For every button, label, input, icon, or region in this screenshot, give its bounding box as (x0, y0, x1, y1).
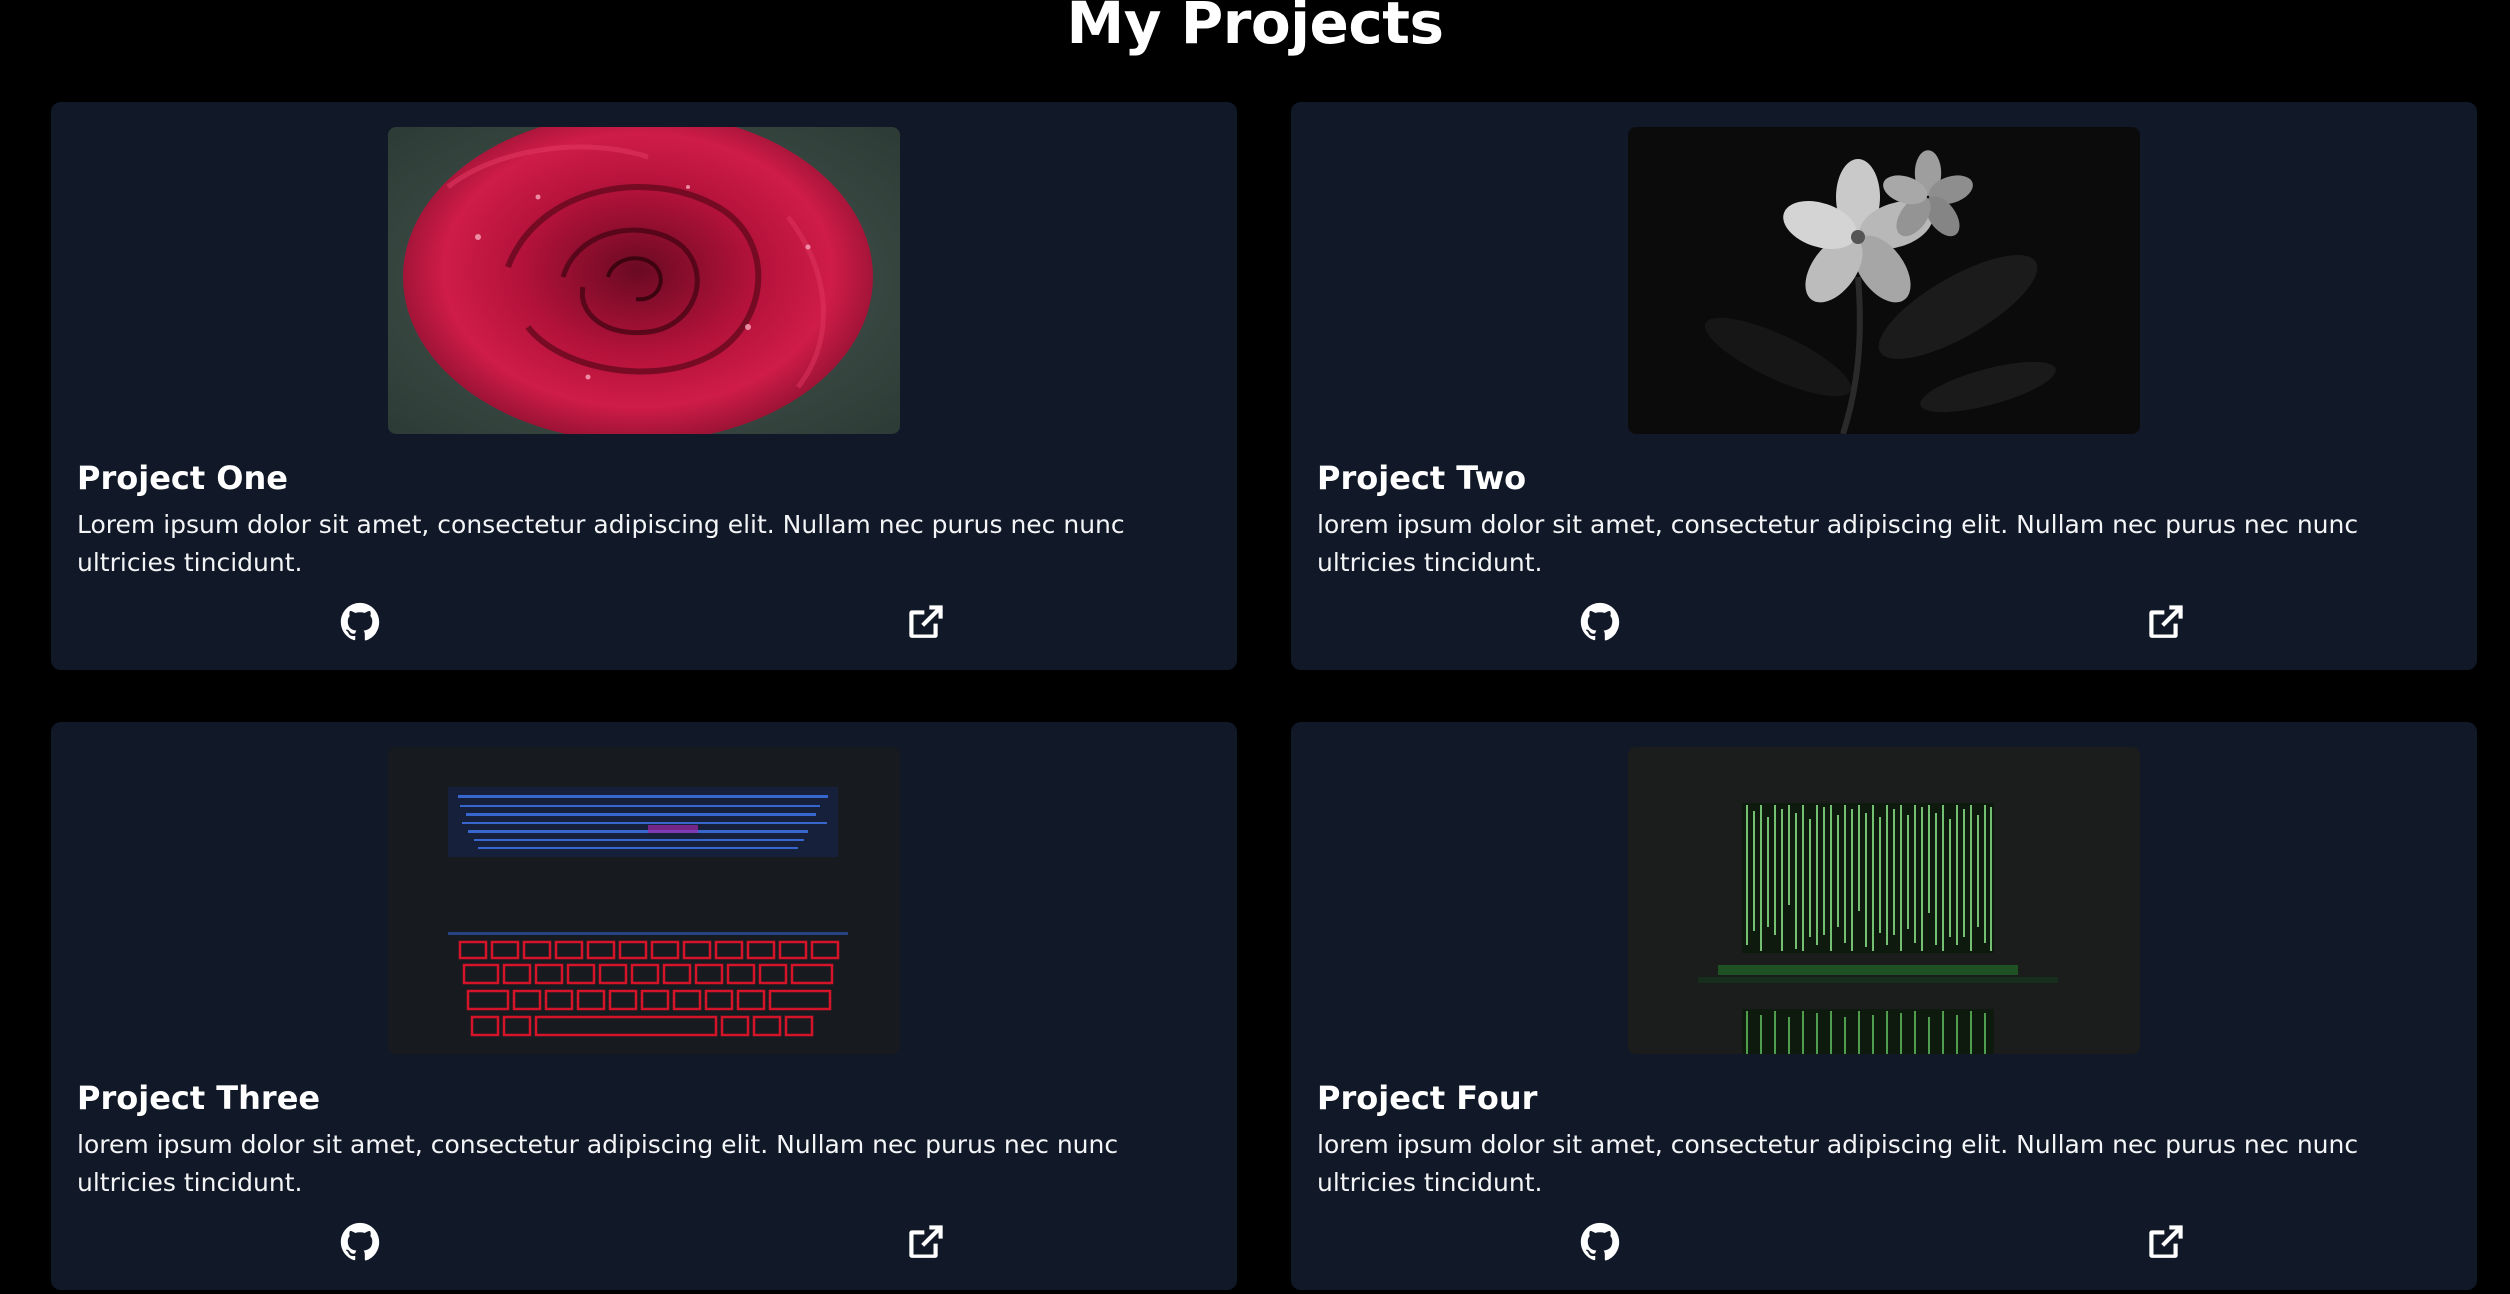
external-link-icon (2149, 605, 2183, 638)
external-link[interactable] (2144, 600, 2188, 644)
project-description: Lorem ipsum dolor sit amet, consectetur … (77, 510, 1125, 577)
external-link[interactable] (2144, 1220, 2188, 1264)
project-image (388, 747, 900, 1054)
github-icon (340, 1222, 380, 1261)
project-title: Project Four (1317, 1079, 1538, 1117)
github-link[interactable] (1578, 1220, 1622, 1264)
external-link[interactable] (904, 1220, 948, 1264)
external-link-icon (909, 605, 943, 638)
external-link-icon (909, 1225, 943, 1258)
project-title: Project Three (77, 1079, 321, 1117)
project-description: lorem ipsum dolor sit amet, consectetur … (77, 1130, 1119, 1197)
project-description: lorem ipsum dolor sit amet, consectetur … (1317, 510, 2359, 577)
backlit-keyboard-photo (388, 747, 900, 1054)
project-image (1628, 747, 2140, 1054)
project-image (1628, 127, 2140, 434)
github-icon (340, 602, 380, 641)
project-card: Project Two lorem ipsum dolor sit amet, … (1291, 102, 2477, 670)
external-link[interactable] (904, 600, 948, 644)
github-link[interactable] (338, 1220, 382, 1264)
red-rose-photo (388, 127, 900, 434)
github-icon (1580, 602, 1620, 641)
project-description: lorem ipsum dolor sit amet, consectetur … (1317, 1130, 2359, 1197)
project-title: Project One (77, 459, 288, 497)
white-flower-bw-photo (1628, 127, 2140, 434)
projects-grid: Project One Lorem ipsum dolor sit amet, … (51, 102, 2477, 1290)
page-title: My Projects (1066, 0, 1444, 57)
project-card: Project One Lorem ipsum dolor sit amet, … (51, 102, 1237, 670)
external-link-icon (2149, 1225, 2183, 1258)
project-card: Project Three lorem ipsum dolor sit amet… (51, 722, 1237, 1290)
github-icon (1580, 1222, 1620, 1261)
matrix-code-laptop-photo (1628, 747, 2140, 1054)
projects-page: My Projects Project One Lorem ipsum dolo… (0, 0, 2510, 1294)
github-link[interactable] (338, 600, 382, 644)
project-title: Project Two (1317, 459, 1527, 497)
project-image (388, 127, 900, 434)
project-card: Project Four lorem ipsum dolor sit amet,… (1291, 722, 2477, 1290)
github-link[interactable] (1578, 600, 1622, 644)
